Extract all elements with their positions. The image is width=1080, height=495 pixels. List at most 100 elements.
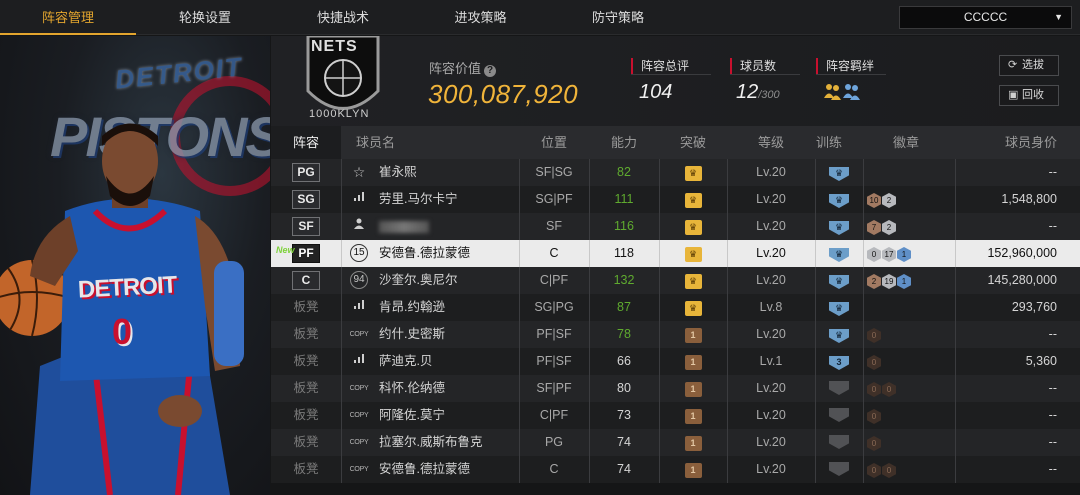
lineup-bond-icons[interactable] — [823, 82, 861, 107]
player-value: -- — [1048, 435, 1057, 449]
training-cell[interactable]: ♛ — [815, 240, 863, 267]
training-cell[interactable]: ♛ — [815, 213, 863, 240]
lineup-slot[interactable]: 板凳 — [271, 402, 341, 429]
player-name[interactable]: 萨迪克.贝 — [379, 348, 519, 375]
badge-icon: 0 — [867, 436, 881, 451]
badges-cell[interactable] — [867, 294, 955, 321]
badges-cell[interactable]: 0 — [867, 402, 955, 429]
player-name[interactable]: 崔永熙 — [379, 159, 519, 186]
player-level: Lv.20 — [756, 462, 786, 476]
player-name[interactable]: 科怀.伦纳德 — [379, 375, 519, 402]
player-ability: 132 — [613, 273, 635, 287]
badges-cell[interactable]: 72 — [867, 213, 955, 240]
tab-quick-tactics[interactable]: 快捷战术 — [274, 0, 412, 35]
table-row[interactable]: 板凳 COPY 阿隆佐.莫宁 C|PF 73 1 Lv.20 0 -- — [271, 402, 1080, 429]
training-cell[interactable]: ♛ — [815, 267, 863, 294]
column-header-lineup[interactable]: 阵容 — [271, 126, 341, 159]
column-header-breakthrough[interactable]: 突破 — [659, 126, 727, 159]
breakthrough-cell[interactable]: 1 — [659, 456, 727, 483]
training-shield-icon: ♛ — [829, 329, 849, 343]
lineup-slot[interactable]: 板凳 — [271, 348, 341, 375]
training-cell[interactable] — [815, 429, 863, 456]
breakthrough-cell[interactable]: ♛ — [659, 213, 727, 240]
table-row[interactable]: 板凳 COPY 科怀.伦纳德 SF|PF 80 1 Lv.20 0 0 -- — [271, 375, 1080, 402]
table-row[interactable]: 板凳 COPY 安德鲁.德拉蒙德 C 74 1 Lv.20 0 0 -- — [271, 456, 1080, 483]
training-cell[interactable]: ♛ — [815, 294, 863, 321]
training-cell[interactable] — [815, 375, 863, 402]
breakthrough-cell[interactable]: ♛ — [659, 159, 727, 186]
player-name[interactable]: 安德鲁.德拉蒙德 — [379, 240, 519, 267]
training-cell[interactable] — [815, 402, 863, 429]
lineup-slot[interactable]: 板凳 — [271, 294, 341, 321]
badges-cell[interactable]: 0 — [867, 348, 955, 375]
column-header-position[interactable]: 位置 — [519, 126, 589, 159]
breakthrough-cell[interactable]: 1 — [659, 375, 727, 402]
lineup-value-label: 阵容价值? — [429, 58, 497, 77]
table-row[interactable]: 板凳 肯昂.约翰逊 SG|PG 87 ♛ Lv.8 ♛ 293,760 — [271, 294, 1080, 321]
breakthrough-cell[interactable]: 1 — [659, 429, 727, 456]
player-name[interactable]: 约什.史密斯 — [379, 321, 519, 348]
column-header-name[interactable]: 球员名 — [356, 126, 476, 159]
badges-cell[interactable]: 2 19 1 — [867, 267, 955, 294]
table-row[interactable]: 板凳 COPY 约什.史密斯 PF|SF 78 1 Lv.20 ♛ 0 -- — [271, 321, 1080, 348]
badges-cell[interactable]: 10 2 — [867, 186, 955, 213]
lineup-slot[interactable]: 板凳 — [271, 375, 341, 402]
lineup-slot[interactable]: C — [271, 267, 341, 294]
lineup-slot[interactable]: SG — [271, 186, 341, 213]
player-name[interactable]: 拉塞尔.威斯布鲁克 — [379, 429, 519, 456]
table-row[interactable]: PG ☆ 崔永熙 SF|SG 82 ♛ Lv.20 ♛ -- — [271, 159, 1080, 186]
breakthrough-cell[interactable]: 1 — [659, 321, 727, 348]
player-name[interactable]: 沙奎尔.奥尼尔 — [379, 267, 519, 294]
column-header-badges[interactable]: 徽章 — [861, 126, 951, 159]
table-row[interactable]: SF SF 116 ♛ Lv.20 ♛ 7 2 -- — [271, 213, 1080, 240]
lineup-slot[interactable]: 板凳 — [271, 429, 341, 456]
breakthrough-cell[interactable]: 1 — [659, 402, 727, 429]
training-cell[interactable] — [815, 456, 863, 483]
column-header-value[interactable]: 球员身价 — [961, 126, 1057, 159]
breakthrough-cell[interactable]: ♛ — [659, 267, 727, 294]
tab-offense-strategy[interactable]: 进攻策略 — [412, 0, 549, 35]
training-cell[interactable]: 3 — [815, 348, 863, 375]
tab-lineup-management[interactable]: 阵容管理 — [0, 0, 136, 35]
player-position: PG — [544, 435, 564, 449]
lineup-slot[interactable]: PG — [271, 159, 341, 186]
badges-cell[interactable]: 00 — [867, 375, 955, 402]
help-icon[interactable]: ? — [484, 65, 497, 77]
table-row[interactable]: SG 劳里.马尔卡宁 SG|PF 111 ♛ Lv.20 ♛ 10 2 1,548,800 — [271, 186, 1080, 213]
lineup-slot[interactable]: SF — [271, 213, 341, 240]
table-row[interactable]: 板凳 萨迪克.贝 PF|SF 66 1 Lv.1 3 0 5,360 — [271, 348, 1080, 375]
table-row[interactable]: C 94 沙奎尔.奥尼尔 C|PF 132 ♛ Lv.20 ♛ 2 19 1 145,280,000 — [271, 267, 1080, 294]
table-row[interactable]: 板凳 COPY 拉塞尔.威斯布鲁克 PG 74 1 Lv.20 0 -- — [271, 429, 1080, 456]
player-name[interactable]: 安德鲁.德拉蒙德 — [379, 456, 519, 483]
breakthrough-cell[interactable]: ♛ — [659, 240, 727, 267]
training-cell[interactable]: ♛ — [815, 186, 863, 213]
recycle-players-button[interactable]: ▣ 回收 — [999, 85, 1059, 106]
column-header-ability[interactable]: 能力 — [589, 126, 659, 159]
player-name[interactable]: 阿隆佐.莫宁 — [379, 402, 519, 429]
lineup-slot[interactable]: 板凳 — [271, 456, 341, 483]
badges-cell[interactable]: 0 — [867, 321, 955, 348]
breakthrough-cell[interactable]: ♛ — [659, 294, 727, 321]
tab-defense-strategy[interactable]: 防守策略 — [549, 0, 687, 35]
player-name[interactable]: 劳里.马尔卡宁 — [379, 186, 519, 213]
select-players-button[interactable]: ⟳ 选拔 — [999, 55, 1059, 76]
training-cell[interactable]: ♛ — [815, 159, 863, 186]
table-row[interactable]: PF New 15 安德鲁.德拉蒙德 C 118 ♛ Lv.20 ♛ 0 17 1 152,960,00… — [271, 240, 1080, 267]
player-name[interactable]: 肯昂.约翰逊 — [379, 294, 519, 321]
player-level: Lv.20 — [756, 381, 786, 395]
breakthrough-cell[interactable]: ♛ — [659, 186, 727, 213]
team-select-dropdown[interactable]: CCCCC ▼ — [899, 6, 1072, 29]
player-level: Lv.20 — [756, 408, 786, 422]
crown-icon: ♛ — [684, 301, 702, 316]
column-header-training[interactable]: 训练 — [801, 126, 857, 159]
lineup-slot[interactable]: 板凳 — [271, 321, 341, 348]
tab-rotation-settings[interactable]: 轮换设置 — [136, 0, 274, 35]
player-name[interactable] — [379, 213, 519, 240]
badges-cell[interactable] — [867, 159, 955, 186]
training-cell[interactable]: ♛ — [815, 321, 863, 348]
badges-cell[interactable]: 0 17 1 — [867, 240, 955, 267]
breakthrough-cell[interactable]: 1 — [659, 348, 727, 375]
crown-icon: 1 — [684, 409, 702, 424]
badges-cell[interactable]: 0 — [867, 429, 955, 456]
badges-cell[interactable]: 00 — [867, 456, 955, 483]
